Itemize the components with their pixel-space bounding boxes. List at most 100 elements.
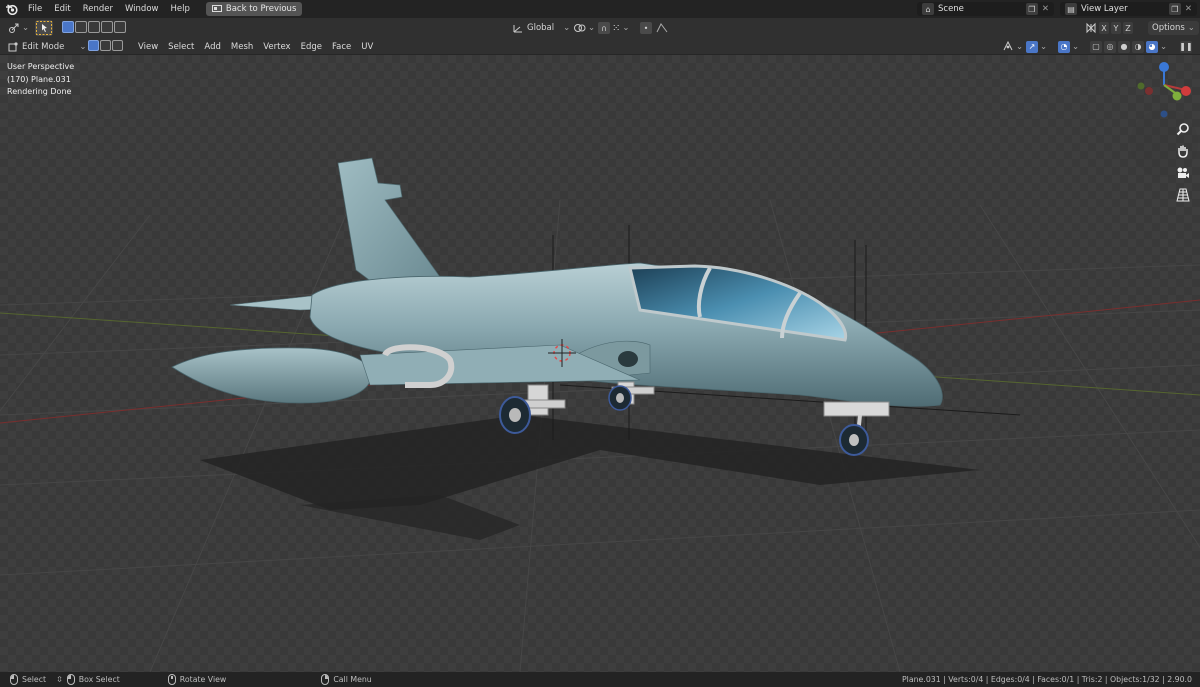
options-dropdown[interactable]: Options ⌄	[1148, 21, 1199, 35]
gizmo-toggle[interactable]: ↗ ⌄	[1026, 40, 1047, 53]
mouse-middle-icon	[167, 674, 176, 685]
object-label: (170) Plane.031	[7, 74, 71, 84]
view-layer-icon: ▤	[1065, 3, 1077, 15]
edge-select-icon[interactable]	[100, 40, 111, 51]
menu-mesh[interactable]: Mesh	[226, 42, 258, 52]
solid-shading-icon[interactable]: ●	[1118, 40, 1130, 53]
gizmo-x-axis[interactable]	[1181, 86, 1191, 96]
gizmo-neg-x-axis[interactable]	[1145, 87, 1153, 95]
close-scene-icon[interactable]: ✕	[1042, 4, 1049, 14]
screen-icon	[211, 5, 222, 12]
chevron-down-icon: ⌄	[622, 23, 630, 33]
pause-render-button[interactable]: ❚❚	[1179, 40, 1193, 53]
xray-toggle-icon[interactable]: ▢	[1090, 40, 1102, 53]
orientation-value: Global	[527, 23, 555, 33]
drag-icon: ⇳	[56, 675, 63, 684]
wireframe-shading-icon[interactable]: ◎	[1104, 40, 1116, 53]
view-layer-selector[interactable]: ▤ View Layer ❐ ✕	[1060, 2, 1197, 16]
proportional-editing-group: •	[640, 21, 668, 35]
hand-icon	[1178, 145, 1188, 158]
viewport-scene	[0, 55, 1200, 672]
overlays-toggle[interactable]: ◔ ⌄	[1058, 40, 1079, 53]
snap-target-dropdown[interactable]: ⁙ ⌄	[612, 21, 630, 35]
pause-icon: ❚❚	[1179, 40, 1193, 53]
menu-window[interactable]: Window	[119, 0, 165, 18]
chevron-down-icon: ⌄	[1016, 41, 1024, 52]
invert-selection-icon[interactable]	[101, 21, 113, 33]
gizmo-neg-z-axis[interactable]	[1160, 110, 1168, 118]
select-tool-button[interactable]	[35, 20, 53, 36]
status-box-select-hint: ⇳ Box Select	[56, 674, 120, 685]
copy-scene-icon[interactable]: ❐	[1025, 3, 1038, 15]
perspective-label: User Perspective	[7, 62, 75, 71]
blender-logo-icon[interactable]	[0, 0, 22, 18]
close-view-layer-icon[interactable]: ✕	[1185, 4, 1192, 14]
scene-selector[interactable]: ⌂ Scene ❐ ✕	[917, 2, 1054, 16]
status-call-menu-hint: Call Menu	[321, 674, 372, 685]
extend-selection-icon[interactable]	[75, 21, 87, 33]
pivot-point-dropdown[interactable]: ⌄	[573, 21, 595, 35]
orientation-icon	[513, 24, 522, 32]
camera-view-button[interactable]	[1174, 164, 1192, 182]
grid-perspective-icon	[1176, 188, 1190, 202]
menu-help[interactable]: Help	[164, 0, 195, 18]
selectability-icon	[1003, 41, 1013, 51]
menu-render[interactable]: Render	[77, 0, 119, 18]
mirror-x-toggle[interactable]: X	[1099, 22, 1109, 34]
transform-gizmo-icon	[9, 23, 19, 33]
gizmo-icon: ↗	[1026, 40, 1038, 53]
rendered-shading-icon[interactable]: ◕	[1146, 40, 1158, 53]
viewport-info: User Perspective (170) Plane.031 Renderi…	[7, 61, 74, 99]
proportional-editing-icon[interactable]: •	[640, 22, 652, 34]
menu-uv[interactable]: UV	[356, 42, 378, 52]
chevron-down-icon: ⌄	[1160, 41, 1168, 52]
gizmo-y-axis[interactable]	[1172, 91, 1182, 101]
status-box-select-label: Box Select	[78, 675, 120, 684]
magnet-icon: ∩	[598, 22, 610, 34]
menu-edit[interactable]: Edit	[48, 0, 76, 18]
status-rotate-hint: Rotate View	[167, 674, 226, 685]
set-new-selection-icon[interactable]	[62, 21, 74, 33]
viewport-header: Edit Mode ⌄ View Select Add Mesh Vertex …	[0, 38, 1200, 55]
render-status-label: Rendering Done	[7, 87, 72, 96]
menu-view[interactable]: View	[133, 42, 163, 52]
chevron-down-icon: ⌄	[79, 41, 87, 52]
mirror-z-toggle[interactable]: Z	[1123, 22, 1133, 34]
edit-mode-icon	[8, 42, 18, 52]
snap-grid-icon: ⁙	[612, 22, 621, 34]
pan-view-button[interactable]	[1174, 142, 1192, 160]
butterfly-mirror-icon	[1086, 22, 1096, 34]
zoom-view-button[interactable]	[1174, 120, 1192, 138]
subtract-selection-icon[interactable]	[88, 21, 100, 33]
snap-toggle[interactable]: ∩	[598, 21, 610, 35]
mode-selector[interactable]: Edit Mode ⌄	[8, 40, 86, 53]
gizmo-z-axis[interactable]	[1159, 62, 1169, 72]
menu-select[interactable]: Select	[163, 42, 199, 52]
back-to-previous-button[interactable]: Back to Previous	[205, 2, 303, 16]
camera-icon	[1177, 167, 1189, 178]
shading-group: ▢ ◎ ● ◑ ◕ ⌄	[1090, 40, 1167, 53]
transform-orientation-dropdown[interactable]: Global ⌄	[512, 21, 570, 35]
visibility-dropdown[interactable]: ⌄	[1002, 40, 1023, 53]
3d-viewport[interactable]: User Perspective (170) Plane.031 Renderi…	[0, 55, 1200, 672]
overlays-icon: ◔	[1058, 40, 1070, 53]
top-menu-bar: File Edit Render Window Help Back to Pre…	[0, 0, 1200, 18]
vertex-select-icon[interactable]	[88, 40, 99, 51]
menu-face[interactable]: Face	[327, 42, 356, 52]
menu-file[interactable]: File	[22, 0, 48, 18]
scene-statistics: Plane.031 | Verts:0/4 | Edges:0/4 | Face…	[901, 675, 1192, 684]
projection-toggle-button[interactable]	[1174, 186, 1192, 204]
menu-edge[interactable]: Edge	[296, 42, 327, 52]
status-call-menu-label: Call Menu	[333, 675, 372, 684]
menu-add[interactable]: Add	[199, 42, 225, 52]
intersect-selection-icon[interactable]	[114, 21, 126, 33]
material-preview-icon[interactable]: ◑	[1132, 40, 1144, 53]
falloff-curve-icon[interactable]	[656, 23, 668, 33]
menu-vertex[interactable]: Vertex	[258, 42, 295, 52]
mirror-y-toggle[interactable]: Y	[1111, 22, 1121, 34]
editor-type-selector[interactable]: ⌄	[8, 21, 29, 35]
face-select-icon[interactable]	[112, 40, 123, 51]
copy-view-layer-icon[interactable]: ❐	[1168, 3, 1181, 15]
chevron-down-icon: ⌄	[22, 23, 30, 33]
gizmo-neg-y-axis[interactable]	[1137, 82, 1145, 90]
